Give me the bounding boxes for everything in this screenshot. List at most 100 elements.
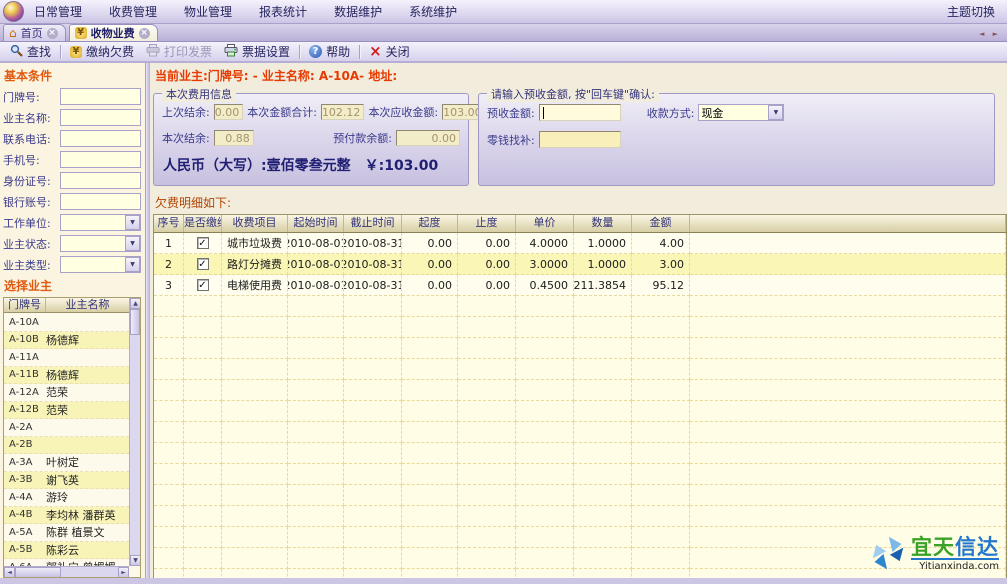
owner-row[interactable]: A-3A叶树定 [4, 454, 129, 472]
detail-column-header[interactable]: 序号 [154, 215, 184, 232]
field-select[interactable]: ▼ [60, 214, 141, 231]
owner-row[interactable]: A-10A [4, 314, 129, 332]
checkbox-checked-icon[interactable]: ✓ [197, 279, 209, 291]
owner-row[interactable]: A-4A游玲 [4, 489, 129, 507]
body: 基本条件 门牌号:业主名称:联系电话:手机号:身份证号:银行账号:工作单位:▼业… [0, 63, 1007, 584]
detail-cell [288, 485, 344, 506]
detail-cell [516, 401, 574, 422]
checkbox-checked-icon[interactable]: ✓ [197, 237, 209, 249]
owner-col-name[interactable]: 业主名称 [46, 298, 129, 312]
owner-row[interactable]: A-4B李均林 潘群英 [4, 507, 129, 525]
fee-info-title: 本次费用信息 [162, 86, 236, 102]
detail-column-header[interactable]: 收费项目 [222, 215, 288, 232]
owner-row[interactable]: A-12B范荣 [4, 402, 129, 420]
field-input[interactable] [60, 172, 141, 189]
owner-row[interactable]: A-2A [4, 419, 129, 437]
field-input[interactable] [60, 130, 141, 147]
help-button[interactable]: ? 帮助 [303, 42, 356, 61]
tab-home[interactable]: ⌂ 首页 × [3, 24, 66, 41]
detail-column-header[interactable]: 金额 [632, 215, 690, 232]
owner-door-cell: A-3A [4, 457, 46, 468]
detail-cell [402, 296, 458, 317]
yuan-coin-icon: ¥ [75, 27, 87, 39]
scroll-right-icon[interactable]: ► [118, 567, 129, 578]
owner-row[interactable]: A-5A陈群 植景文 [4, 524, 129, 542]
detail-column-header[interactable]: 起度 [402, 215, 458, 232]
pay-arrears-button[interactable]: ¥ 缴纳欠费 [64, 42, 140, 61]
detail-row[interactable]: 3✓电梯使用费2010-08-012010-08-310.000.000.450… [154, 275, 1006, 296]
detail-row[interactable]: 1✓城市垃圾费2010-08-012010-08-310.000.004.000… [154, 233, 1006, 254]
detail-cell [574, 338, 632, 359]
detail-cell [344, 569, 402, 578]
detail-cell [402, 317, 458, 338]
detail-cell [458, 296, 516, 317]
scroll-down-icon[interactable]: ▼ [130, 555, 141, 566]
payment-method-select[interactable]: 现金 ▼ [698, 104, 784, 121]
chevron-down-icon[interactable]: ▼ [125, 215, 140, 230]
detail-cell [288, 359, 344, 380]
owner-vertical-scrollbar[interactable]: ▲ ▼ [129, 298, 140, 566]
detail-row[interactable]: 2✓路灯分摊费2010-08-012010-08-310.000.003.000… [154, 254, 1006, 275]
scroll-up-icon[interactable]: ▲ [130, 298, 141, 309]
detail-cell [690, 338, 1006, 359]
tab-close-icon[interactable]: × [47, 28, 58, 39]
app-orb-icon[interactable] [3, 1, 24, 22]
tab-scroll-arrows[interactable]: ◄ ► [979, 30, 1001, 38]
owner-row[interactable]: A-6A郭礼宁 曾媚媚 [4, 559, 129, 566]
detail-column-header[interactable]: 单价 [516, 215, 574, 232]
theme-switch-link[interactable]: 主题切换 [947, 3, 1007, 20]
field-input[interactable] [60, 151, 141, 168]
menu-item[interactable]: 数据维护 [334, 3, 382, 20]
menu-item[interactable]: 收费管理 [109, 3, 157, 20]
tab-collect-fee[interactable]: ¥ 收物业费 × [69, 24, 158, 41]
scroll-thumb[interactable] [15, 567, 61, 578]
detail-cell: 2010-08-31 [344, 275, 402, 296]
owner-col-door[interactable]: 门牌号 [4, 298, 46, 312]
owner-row[interactable]: A-2B [4, 437, 129, 455]
menu-item[interactable]: 系统维护 [409, 3, 457, 20]
checkbox-checked-icon[interactable]: ✓ [197, 258, 209, 270]
owner-row[interactable]: A-10B杨德辉 [4, 332, 129, 350]
detail-column-header[interactable]: 数量 [574, 215, 632, 232]
tab-fee-label: 收物业费 [91, 25, 135, 41]
owner-row[interactable]: A-5B陈彩云 [4, 542, 129, 560]
owner-row[interactable]: A-3B谢飞英 [4, 472, 129, 490]
detail-column-header[interactable]: 截止时间 [344, 215, 402, 232]
field-label: 业主状态: [3, 236, 60, 252]
chevron-down-icon[interactable]: ▼ [125, 236, 140, 251]
detail-cell [288, 548, 344, 569]
field-select[interactable]: ▼ [60, 235, 141, 252]
chevron-down-icon[interactable]: ▼ [768, 105, 783, 120]
ticket-setup-button[interactable]: 票据设置 [218, 42, 296, 61]
chevron-down-icon[interactable]: ▼ [125, 257, 140, 272]
detail-column-header[interactable]: 止度 [458, 215, 516, 232]
tab-close-icon[interactable]: × [139, 28, 150, 39]
detail-column-header[interactable]: 起始时间 [288, 215, 344, 232]
detail-cell: 1.0000 [574, 254, 632, 275]
detail-cell [288, 422, 344, 443]
field-input[interactable] [60, 193, 141, 210]
prepay-amount-input[interactable] [539, 104, 621, 121]
owner-row[interactable]: A-12A范荣 [4, 384, 129, 402]
find-button[interactable]: 查找 [4, 42, 57, 61]
detail-cell [458, 527, 516, 548]
menu-item[interactable]: 报表统计 [259, 3, 307, 20]
field-select[interactable]: ▼ [60, 256, 141, 273]
owner-horizontal-scrollbar[interactable]: ◄ ► [4, 566, 129, 577]
menu-item[interactable]: 日常管理 [34, 3, 82, 20]
detail-cell [402, 485, 458, 506]
detail-cell [402, 380, 458, 401]
detail-column-header[interactable]: 是否缴纳 [184, 215, 222, 232]
scroll-thumb[interactable] [130, 309, 140, 335]
total-value: 102.12 [321, 104, 365, 120]
owner-row[interactable]: A-11A [4, 349, 129, 367]
scroll-left-icon[interactable]: ◄ [4, 567, 15, 578]
change-input[interactable] [539, 131, 621, 148]
detail-cell: 城市垃圾费 [222, 233, 288, 254]
owner-door-cell: A-12B [4, 404, 46, 415]
field-input[interactable] [60, 109, 141, 126]
menu-item[interactable]: 物业管理 [184, 3, 232, 20]
field-input[interactable] [60, 88, 141, 105]
owner-row[interactable]: A-11B杨德辉 [4, 367, 129, 385]
close-button[interactable]: × 关闭 [363, 42, 416, 61]
